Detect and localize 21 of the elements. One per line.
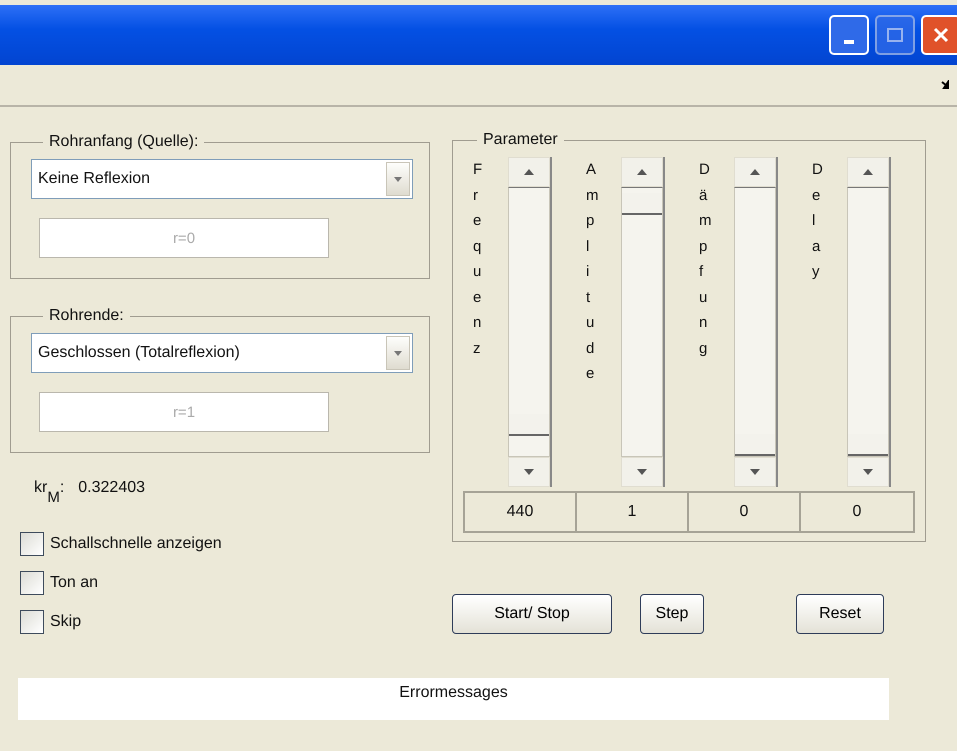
group-title: Rohranfang (Quelle): bbox=[48, 133, 200, 151]
group-title: Rohrende: bbox=[48, 307, 125, 325]
value-cell: 440 bbox=[465, 493, 577, 531]
action-button[interactable]: Step bbox=[640, 594, 704, 634]
slider-label: Delay bbox=[812, 160, 828, 282]
group-title: Parameter bbox=[482, 131, 559, 149]
value-cell: 0 bbox=[689, 493, 801, 531]
checkbox-label: Ton an bbox=[50, 574, 98, 592]
slider-label: Frequenz bbox=[473, 160, 490, 358]
dropdown[interactable]: Keine Reflexion bbox=[31, 159, 413, 199]
action-button[interactable]: Start/ Stop bbox=[452, 594, 612, 634]
action-button[interactable]: Reset bbox=[796, 594, 884, 634]
dropdown[interactable]: Geschlossen (Totalreflexion) bbox=[31, 333, 413, 373]
checkbox-label: Schallschnelle anzeigen bbox=[50, 535, 222, 553]
slider-label: Dämpfung bbox=[699, 160, 716, 358]
slider-label: Amplitude bbox=[586, 160, 602, 384]
value-cell-text: 0 bbox=[852, 502, 862, 522]
value-cell: 1 bbox=[577, 493, 689, 531]
error-message-bar: Errormessages bbox=[18, 678, 889, 720]
kr-value: 0.322403 bbox=[78, 479, 146, 497]
checkbox-label: Skip bbox=[50, 613, 82, 631]
